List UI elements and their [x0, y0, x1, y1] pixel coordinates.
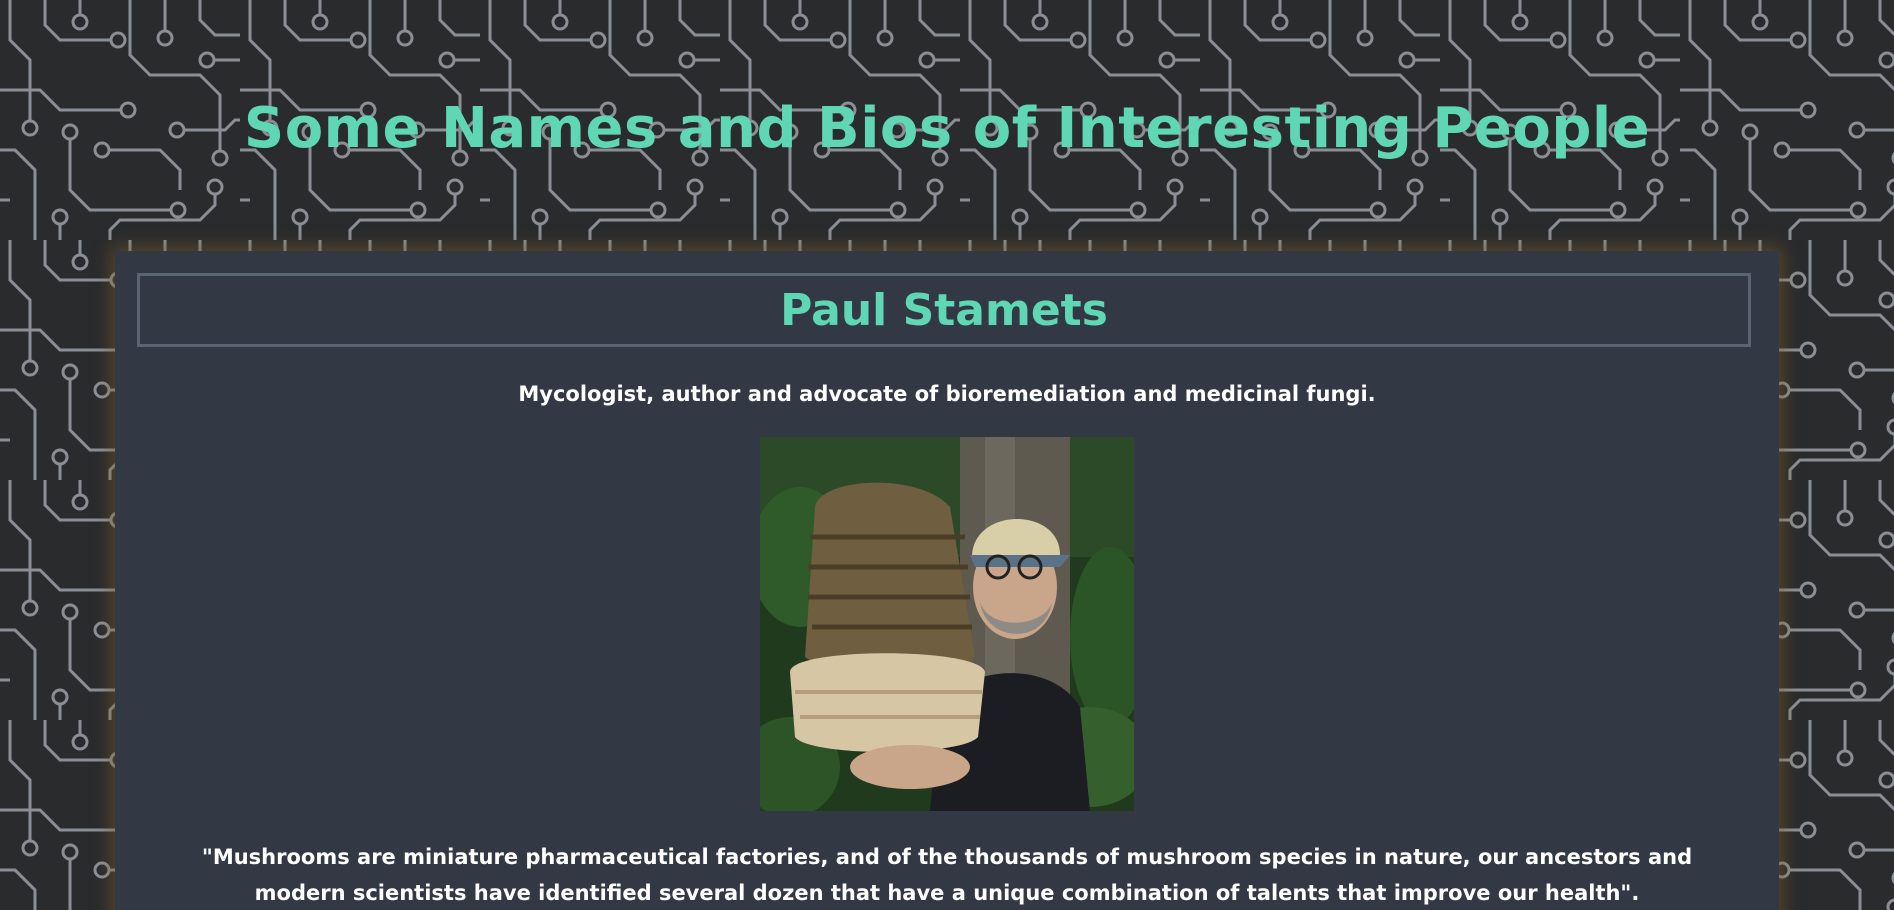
person-bio: Mycologist, author and advocate of biore…: [518, 382, 1376, 406]
page-title: Some Names and Bios of Interesting Peopl…: [243, 96, 1651, 161]
person-photo: [760, 437, 1134, 811]
portrait-with-giant-mushroom-icon: [760, 437, 1134, 811]
person-name: Paul Stamets: [780, 284, 1108, 336]
name-header: Paul Stamets: [137, 273, 1751, 347]
bio-card: Paul Stamets Mycologist, author and advo…: [115, 251, 1779, 910]
person-quote: "Mushrooms are miniature pharmaceutical …: [201, 845, 1693, 905]
page: Some Names and Bios of Interesting Peopl…: [0, 0, 1894, 910]
